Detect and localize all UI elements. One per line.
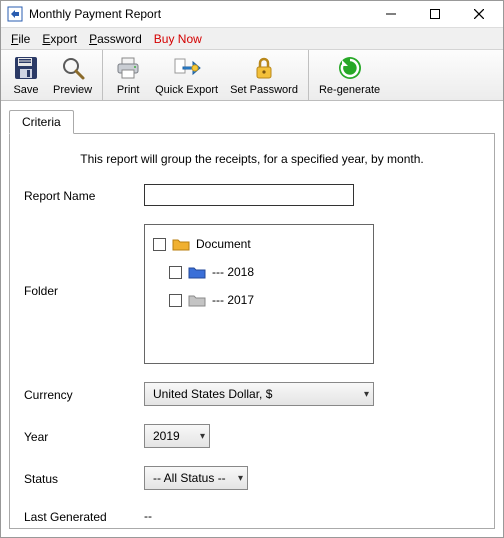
set-password-button[interactable]: Set Password <box>224 50 304 100</box>
lock-icon <box>250 54 278 82</box>
checkbox[interactable] <box>153 238 166 251</box>
export-arrow-icon <box>173 54 201 82</box>
status-value: -- All Status -- <box>153 471 226 485</box>
regenerate-label: Re-generate <box>319 84 380 96</box>
currency-combobox[interactable]: United States Dollar, $ ▾ <box>144 382 374 406</box>
label-year: Year <box>24 428 144 444</box>
panel-description: This report will group the receipts, for… <box>24 152 480 166</box>
print-label: Print <box>117 84 140 96</box>
menu-buy-now[interactable]: Buy Now <box>150 30 206 48</box>
status-combobox[interactable]: -- All Status -- ▾ <box>144 466 248 490</box>
refresh-icon <box>336 54 364 82</box>
close-button[interactable] <box>457 1 501 27</box>
label-report-name: Report Name <box>24 187 144 203</box>
label-currency: Currency <box>24 386 144 402</box>
window-title: Monthly Payment Report <box>29 7 369 21</box>
menubar: File Export Password Buy Now <box>1 28 503 50</box>
label-status: Status <box>24 470 144 486</box>
year-value: 2019 <box>153 429 180 443</box>
folder-item[interactable]: --- 2018 <box>151 261 367 283</box>
quick-export-button[interactable]: Quick Export <box>149 50 224 100</box>
regenerate-button[interactable]: Re-generate <box>313 50 386 100</box>
tab-criteria[interactable]: Criteria <box>9 110 74 134</box>
quick-export-label: Quick Export <box>155 84 218 96</box>
currency-value: United States Dollar, $ <box>153 387 272 401</box>
set-password-label: Set Password <box>230 84 298 96</box>
folder-item[interactable]: --- 2017 <box>151 289 367 311</box>
folder-icon <box>188 265 206 279</box>
tab-panel-criteria: This report will group the receipts, for… <box>9 133 495 529</box>
year-combobox[interactable]: 2019 ▾ <box>144 424 210 448</box>
app-icon <box>7 6 23 22</box>
folder-tree[interactable]: Document --- 2018 --- 20 <box>144 224 374 364</box>
checkbox[interactable] <box>169 266 182 279</box>
chevron-down-icon: ▾ <box>358 389 369 400</box>
folder-label: --- 2017 <box>212 293 254 307</box>
menu-export[interactable]: Export <box>38 30 81 48</box>
preview-button[interactable]: Preview <box>47 50 98 100</box>
preview-label: Preview <box>53 84 92 96</box>
content-area: Criteria This report will group the rece… <box>1 101 503 537</box>
minimize-button[interactable] <box>369 1 413 27</box>
toolbar-group-regen: Re-generate <box>309 50 390 100</box>
folder-icon <box>172 237 190 251</box>
titlebar: Monthly Payment Report <box>1 1 503 28</box>
floppy-icon <box>12 54 40 82</box>
folder-label: --- 2018 <box>212 265 254 279</box>
menu-file[interactable]: File <box>7 30 34 48</box>
label-folder: Folder <box>24 224 144 298</box>
tabs-row: Criteria <box>9 109 495 133</box>
last-generated-value: -- <box>144 509 152 523</box>
label-last-generated: Last Generated <box>24 508 144 524</box>
window-controls <box>369 1 501 27</box>
report-name-input[interactable] <box>144 184 354 206</box>
folder-icon <box>188 293 206 307</box>
toolbar-group-file: Save Preview <box>1 50 103 100</box>
app-window: Monthly Payment Report File Export Passw… <box>0 0 504 538</box>
maximize-button[interactable] <box>413 1 457 27</box>
folder-item[interactable]: Document <box>151 233 367 255</box>
print-button[interactable]: Print <box>107 50 149 100</box>
save-button[interactable]: Save <box>5 50 47 100</box>
checkbox[interactable] <box>169 294 182 307</box>
folder-label: Document <box>196 237 251 251</box>
toolbar-group-output: Print Quick Export <box>103 50 309 100</box>
chevron-down-icon: ▾ <box>194 431 205 442</box>
menu-password[interactable]: Password <box>85 30 146 48</box>
toolbar: Save Preview <box>1 50 503 101</box>
chevron-down-icon: ▾ <box>232 473 243 484</box>
printer-icon <box>114 54 142 82</box>
magnifier-icon <box>59 54 87 82</box>
save-label: Save <box>13 84 38 96</box>
